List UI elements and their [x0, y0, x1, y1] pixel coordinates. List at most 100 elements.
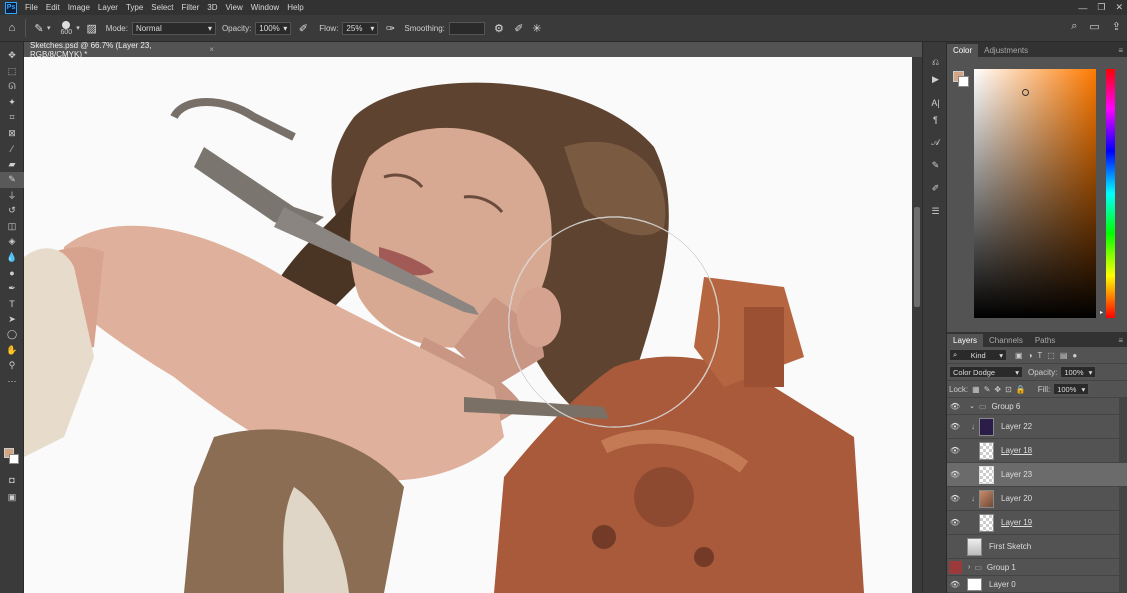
lock-pixels-icon[interactable]: ✎	[984, 385, 991, 394]
eye-icon[interactable]: 👁	[947, 470, 963, 479]
eye-icon[interactable]: 👁	[947, 580, 963, 589]
type-filter-icon[interactable]: T	[1037, 351, 1042, 360]
scrollbar-thumb[interactable]	[914, 207, 920, 307]
actions-icon[interactable]: ▶	[923, 71, 948, 88]
layer-row-layer-18[interactable]: 👁 Layer 18	[947, 439, 1127, 463]
symmetry-icon[interactable]: ✳	[529, 20, 545, 36]
zoom-tool-icon[interactable]: ⚲	[0, 358, 24, 374]
marquee-tool-icon[interactable]: ⬚	[0, 64, 24, 80]
quick-mask-icon[interactable]: ◘	[0, 472, 24, 488]
pressure-size-icon[interactable]: ✐	[511, 20, 527, 36]
menu-image[interactable]: Image	[68, 3, 90, 12]
move-tool-icon[interactable]: ✥	[0, 48, 24, 64]
lock-all-icon[interactable]: 🔒	[1016, 385, 1026, 394]
lock-transparency-icon[interactable]: ▦	[972, 385, 980, 394]
lasso-tool-icon[interactable]: ᘏ	[0, 79, 24, 95]
share-icon[interactable]: ⇪	[1112, 20, 1121, 33]
brush-tool-icon[interactable]: ✎	[0, 172, 24, 188]
shape-tool-icon[interactable]: ◯	[0, 327, 24, 343]
restore-icon[interactable]: ❐	[1097, 2, 1105, 13]
brush-settings-icon[interactable]: ▨	[84, 20, 100, 36]
paragraph-icon[interactable]: ¶	[923, 111, 948, 128]
filter-toggle-icon[interactable]: ●	[1072, 351, 1077, 360]
smoothing-input[interactable]	[448, 21, 485, 35]
color-field[interactable]	[974, 69, 1096, 318]
hue-marker-icon[interactable]: ▸	[1100, 309, 1103, 316]
pressure-opacity-icon[interactable]: ✐	[295, 20, 311, 36]
brush-tool-icon[interactable]: ✎	[31, 20, 47, 36]
chevron-down-icon[interactable]: ⌄	[969, 402, 975, 410]
layer-row-group-1[interactable]: › ▭ Group 1	[947, 559, 1127, 576]
history-brush-tool-icon[interactable]: ↺	[0, 203, 24, 219]
menu-view[interactable]: View	[226, 3, 243, 12]
smart-object-filter-icon[interactable]: ▤	[1060, 351, 1068, 360]
paint-bucket-tool-icon[interactable]: ◈	[0, 234, 24, 250]
properties-icon[interactable]: ☰	[923, 203, 948, 220]
menu-layer[interactable]: Layer	[98, 3, 118, 12]
layer-row-layer-0[interactable]: 👁 Layer 0	[947, 576, 1127, 593]
background-color-swatch[interactable]	[9, 454, 19, 464]
workspace-icon[interactable]: ▭	[1089, 20, 1099, 33]
mode-select[interactable]: Normal ▾	[131, 21, 216, 35]
menu-filter[interactable]: Filter	[182, 3, 200, 12]
filter-kind-select[interactable]: ⌕ Kind ▾	[949, 349, 1007, 361]
tab-channels[interactable]: Channels	[983, 334, 1029, 347]
color-picker-ring[interactable]	[1022, 89, 1029, 96]
layer-row-group-6[interactable]: 👁 ⌄ ▭ Group 6	[947, 398, 1127, 415]
menu-select[interactable]: Select	[151, 3, 173, 12]
quick-select-tool-icon[interactable]: ✦	[0, 95, 24, 111]
home-icon[interactable]: ⌂	[4, 20, 20, 36]
minimize-icon[interactable]: —	[1078, 3, 1087, 13]
panel-menu-icon[interactable]: ≡	[1114, 334, 1127, 347]
chevron-down-icon[interactable]: ▾	[47, 24, 51, 32]
screen-mode-icon[interactable]: ▣	[0, 490, 24, 506]
eyedropper-tool-icon[interactable]: ⁄	[0, 141, 24, 157]
path-select-tool-icon[interactable]: ➤	[0, 312, 24, 328]
menu-3d[interactable]: 3D	[207, 3, 217, 12]
panel-menu-icon[interactable]: ≡	[1114, 44, 1127, 57]
history-icon[interactable]: ⎌	[923, 54, 948, 71]
document-tab[interactable]: Sketches.psd @ 66.7% (Layer 23, RGB/8/CM…	[24, 41, 214, 59]
menu-window[interactable]: Window	[251, 3, 279, 12]
opacity-input[interactable]: 100% ▾	[255, 21, 292, 35]
tab-layers[interactable]: Layers	[947, 334, 984, 347]
eraser-tool-icon[interactable]: ◫	[0, 219, 24, 235]
eye-icon[interactable]: 👁	[947, 402, 963, 411]
canvas[interactable]	[24, 57, 912, 593]
chevron-right-icon[interactable]: ›	[968, 564, 970, 571]
layer-row-layer-22[interactable]: 👁 ↓ Layer 22	[947, 415, 1127, 439]
background-color-swatch[interactable]	[958, 76, 969, 87]
layer-row-layer-20[interactable]: 👁 ↓ Layer 20	[947, 487, 1127, 511]
chevron-down-icon[interactable]: ▾	[76, 24, 80, 32]
menu-file[interactable]: File	[25, 3, 38, 12]
adjustment-filter-icon[interactable]: ◑	[1028, 351, 1033, 360]
crop-tool-icon[interactable]: ⌗	[0, 110, 24, 126]
glyphs-icon[interactable]: 𝒜	[923, 134, 948, 151]
hue-slider[interactable]	[1106, 69, 1115, 318]
shape-filter-icon[interactable]: ⬚	[1047, 351, 1055, 360]
menu-type[interactable]: Type	[126, 3, 143, 12]
brush-preset-picker[interactable]: 600	[61, 20, 72, 36]
healing-brush-tool-icon[interactable]: ▰	[0, 157, 24, 173]
dodge-tool-icon[interactable]: ●	[0, 265, 24, 281]
tab-adjustments[interactable]: Adjustments	[978, 44, 1034, 57]
menu-edit[interactable]: Edit	[46, 3, 60, 12]
layer-row-layer-19[interactable]: 👁 Layer 19	[947, 511, 1127, 535]
brushes-icon[interactable]: ✎	[923, 157, 948, 174]
eye-icon[interactable]: 👁	[947, 446, 963, 455]
search-icon[interactable]: ⌕	[1071, 20, 1077, 33]
more-tools-icon[interactable]: ⋯	[0, 374, 24, 390]
lock-artboard-icon[interactable]: ⊡	[1005, 385, 1012, 394]
type-tool-icon[interactable]: T	[0, 296, 24, 312]
pen-tool-icon[interactable]: ✒	[0, 281, 24, 297]
tab-paths[interactable]: Paths	[1029, 334, 1061, 347]
eye-hidden-icon[interactable]: ·	[947, 542, 963, 551]
lock-position-icon[interactable]: ✥	[994, 385, 1001, 394]
brush-settings-icon[interactable]: ✐	[923, 180, 948, 197]
clone-stamp-tool-icon[interactable]: ⏚	[0, 188, 24, 204]
blur-tool-icon[interactable]: 💧	[0, 250, 24, 266]
fill-input[interactable]: 100% ▾	[1053, 383, 1090, 395]
gear-icon[interactable]: ⚙	[491, 20, 507, 36]
flow-input[interactable]: 25% ▾	[342, 21, 379, 35]
frame-tool-icon[interactable]: ⊠	[0, 126, 24, 142]
